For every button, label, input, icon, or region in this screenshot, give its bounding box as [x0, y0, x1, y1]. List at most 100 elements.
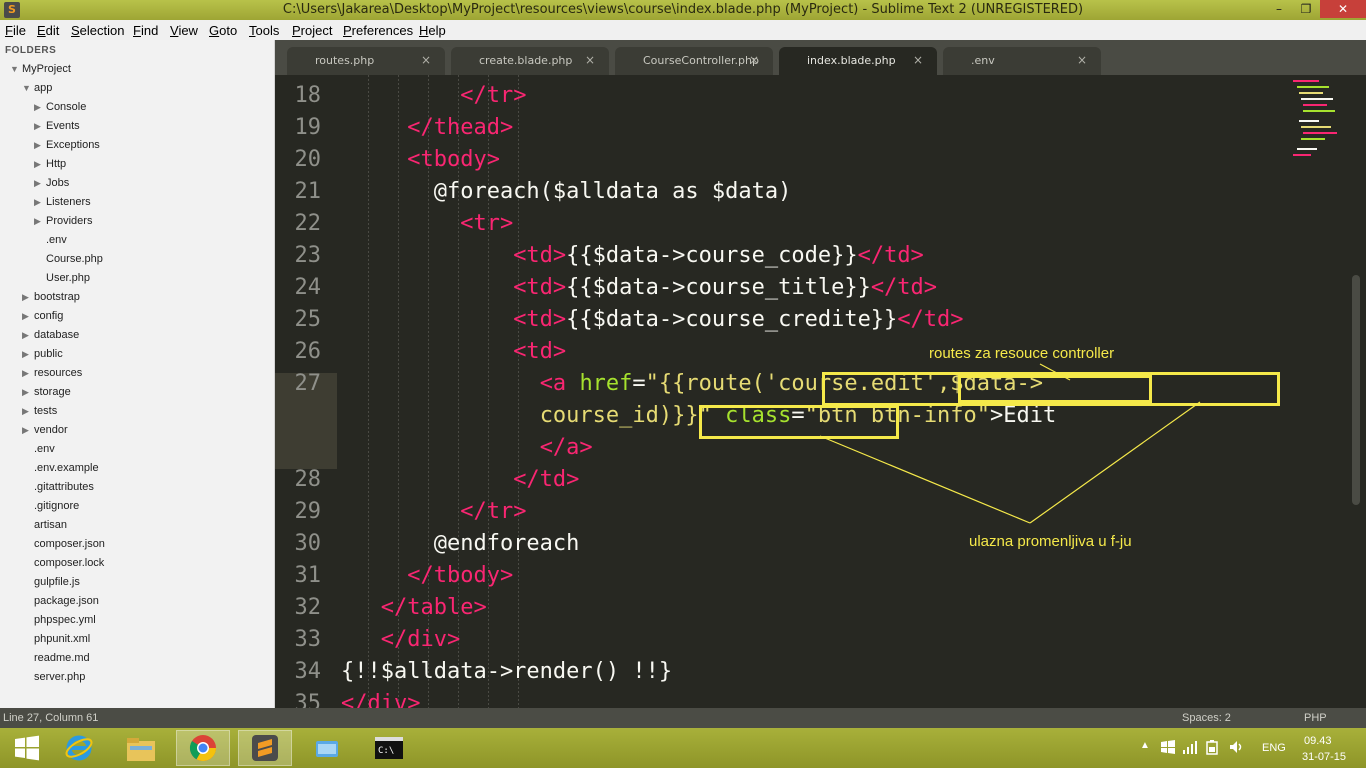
- code-line[interactable]: </table>: [341, 595, 487, 620]
- command-prompt-task[interactable]: C:\: [362, 730, 416, 766]
- code-line[interactable]: </td>: [341, 467, 579, 492]
- sidebar-file[interactable]: gulpfile.js: [22, 573, 80, 592]
- sidebar-folder[interactable]: ▶ bootstrap: [22, 288, 80, 307]
- code-line[interactable]: </div>: [341, 627, 460, 652]
- file-explorer-task[interactable]: [114, 730, 168, 766]
- tab-create-blade[interactable]: create.blade.php ×: [451, 47, 609, 75]
- sidebar-file[interactable]: composer.json: [22, 535, 105, 554]
- sidebar-file[interactable]: Course.php: [34, 250, 103, 269]
- tab-close-icon[interactable]: ×: [1077, 53, 1087, 67]
- sidebar-item-label: MyProject: [22, 63, 71, 75]
- sidebar-folder[interactable]: ▶ database: [22, 326, 79, 345]
- menu-file[interactable]: File: [5, 23, 26, 38]
- code-line[interactable]: <td>{{$data->course_title}}</td>: [341, 275, 937, 300]
- sidebar-folder[interactable]: ▶ tests: [22, 402, 57, 421]
- code-line[interactable]: @foreach($alldata as $data): [341, 179, 792, 204]
- menu-find[interactable]: Find: [133, 23, 158, 38]
- vertical-scrollbar[interactable]: [1352, 275, 1360, 505]
- menu-view[interactable]: View: [170, 23, 198, 38]
- sublime-text-task[interactable]: [238, 730, 292, 766]
- menu-goto[interactable]: Goto: [209, 23, 237, 38]
- sidebar-file[interactable]: artisan: [22, 516, 67, 535]
- code-line[interactable]: </tbody>: [341, 563, 513, 588]
- code-line[interactable]: <td>{{$data->course_credite}}</td>: [341, 307, 963, 332]
- sidebar-folder[interactable]: ▶ Jobs: [34, 174, 69, 193]
- menu-edit[interactable]: Edit: [37, 23, 59, 38]
- code-line[interactable]: {!!$alldata->render() !!}: [341, 659, 672, 684]
- clock-time[interactable]: 09.43: [1304, 735, 1332, 747]
- close-button[interactable]: ✕: [1320, 0, 1366, 18]
- sidebar-folder[interactable]: ▶ Console: [34, 98, 86, 117]
- sidebar-item-label: gulpfile.js: [34, 576, 80, 588]
- sidebar-file[interactable]: phpunit.xml: [22, 630, 90, 649]
- sidebar-file[interactable]: phpspec.yml: [22, 611, 96, 630]
- sidebar-folder[interactable]: ▶ config: [22, 307, 63, 326]
- sidebar-folder[interactable]: ▶ Events: [34, 117, 80, 136]
- sidebar-folder[interactable]: ▶ Listeners: [34, 193, 91, 212]
- code-line[interactable]: </tr>: [341, 83, 526, 108]
- maximize-button[interactable]: ❐: [1292, 0, 1320, 18]
- menu-help[interactable]: Help: [419, 23, 446, 38]
- sidebar-item-label: readme.md: [34, 652, 90, 664]
- battery-icon[interactable]: [1204, 739, 1222, 755]
- menu-tools[interactable]: Tools: [249, 23, 279, 38]
- minimize-button[interactable]: –: [1265, 0, 1293, 18]
- code-line[interactable]: <td>: [341, 339, 566, 364]
- tab-env[interactable]: .env ×: [943, 47, 1101, 75]
- tab-close-icon[interactable]: ×: [749, 53, 759, 67]
- sidebar-folder[interactable]: ▶ Exceptions: [34, 136, 100, 155]
- sidebar-folder[interactable]: ▶ storage: [22, 383, 71, 402]
- tab-close-icon[interactable]: ×: [421, 53, 431, 67]
- sidebar-file[interactable]: package.json: [22, 592, 99, 611]
- sidebar-file[interactable]: .env.example: [22, 459, 99, 478]
- sidebar-file[interactable]: .env: [34, 231, 67, 250]
- network-icon[interactable]: [1182, 739, 1198, 755]
- sidebar-file[interactable]: .gitignore: [22, 497, 79, 516]
- app-task[interactable]: [300, 730, 354, 766]
- sidebar-item-label: composer.json: [34, 538, 105, 550]
- menu-preferences[interactable]: Preferences: [343, 23, 413, 38]
- sidebar-folder[interactable]: ▶ Http: [34, 155, 66, 174]
- menu-selection[interactable]: Selection: [71, 23, 124, 38]
- code-line[interactable]: <td>{{$data->course_code}}</td>: [341, 243, 924, 268]
- start-button[interactable]: [0, 730, 54, 766]
- tab-routes[interactable]: routes.php ×: [287, 47, 445, 75]
- code-line[interactable]: </a>: [341, 435, 593, 460]
- action-center-icon[interactable]: [1160, 739, 1176, 755]
- sidebar-file[interactable]: server.php: [22, 668, 85, 687]
- tab-course-controller[interactable]: CourseController.php ×: [615, 47, 773, 75]
- sidebar-file[interactable]: composer.lock: [22, 554, 104, 573]
- sidebar-file[interactable]: User.php: [34, 269, 90, 288]
- sidebar-file[interactable]: readme.md: [22, 649, 90, 668]
- code-line[interactable]: </tr>: [341, 499, 526, 524]
- sidebar-folder[interactable]: ▼ MyProject: [10, 60, 71, 79]
- tab-index-blade[interactable]: index.blade.php ×: [779, 47, 937, 75]
- sidebar-folder[interactable]: ▶ public: [22, 345, 63, 364]
- tab-close-icon[interactable]: ×: [585, 53, 595, 67]
- sidebar-folder[interactable]: ▼ app: [22, 79, 52, 98]
- internet-explorer-task[interactable]: [52, 730, 106, 766]
- sidebar-file[interactable]: .gitattributes: [22, 478, 94, 497]
- code-line[interactable]: <tr>: [341, 211, 513, 236]
- menu-project[interactable]: Project: [292, 23, 332, 38]
- tray-expand-icon[interactable]: ▲: [1140, 740, 1150, 751]
- minimap[interactable]: [1289, 75, 1349, 165]
- tab-close-icon[interactable]: ×: [913, 53, 923, 67]
- tab-label: create.blade.php: [479, 54, 573, 67]
- code-line[interactable]: @endforeach: [341, 531, 580, 556]
- window-title: C:\Users\Jakarea\Desktop\MyProject\resou…: [282, 2, 1084, 17]
- syntax-setting[interactable]: PHP: [1304, 712, 1327, 724]
- clock-date[interactable]: 31-07-15: [1302, 751, 1346, 763]
- sidebar-file[interactable]: .env: [22, 440, 55, 459]
- volume-icon[interactable]: [1228, 739, 1244, 755]
- code-line[interactable]: <tbody>: [341, 147, 500, 172]
- indentation-setting[interactable]: Spaces: 2: [1182, 712, 1231, 724]
- chrome-task[interactable]: [176, 730, 230, 766]
- sidebar-folder[interactable]: ▶ Providers: [34, 212, 92, 231]
- sidebar-folder[interactable]: ▶ vendor: [22, 421, 68, 440]
- code-line[interactable]: </thead>: [341, 115, 513, 140]
- sidebar-folder[interactable]: ▶ resources: [22, 364, 82, 383]
- input-language[interactable]: ENG: [1262, 742, 1286, 754]
- code-line[interactable]: </div>: [341, 691, 420, 708]
- sidebar-item-label: tests: [34, 405, 58, 417]
